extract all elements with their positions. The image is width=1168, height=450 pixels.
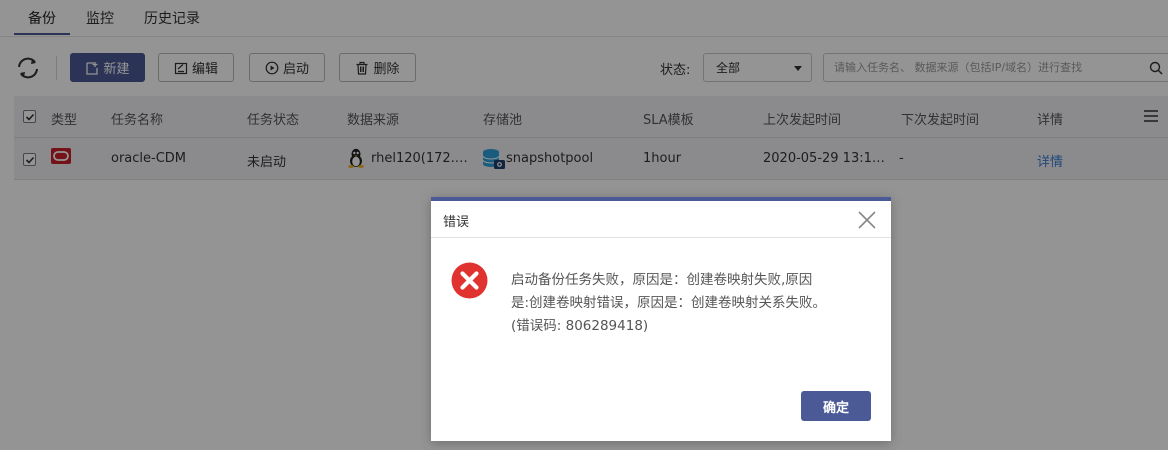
dialog-message: 启动备份任务失败，原因是：创建卷映射失败,原因 是:创建卷映射错误，原因是：创建… (511, 269, 873, 338)
dialog-title: 错误 (443, 215, 470, 230)
close-icon[interactable] (857, 210, 877, 230)
error-dialog: 错误 启动备份任务失败，原因是：创建卷映射失败,原因 是:创建卷映射错误，原因是… (431, 197, 891, 441)
dialog-message-line-1: 启动备份任务失败，原因是：创建卷映射失败,原因 (511, 272, 813, 288)
error-icon (451, 262, 488, 299)
ok-button[interactable]: 确定 (801, 391, 871, 421)
dialog-error-code: (错误码: 806289418) (511, 318, 649, 334)
dialog-divider (431, 237, 891, 238)
dialog-message-line-2: 是:创建卷映射错误，原因是：创建卷映射关系失败。 (511, 295, 827, 311)
